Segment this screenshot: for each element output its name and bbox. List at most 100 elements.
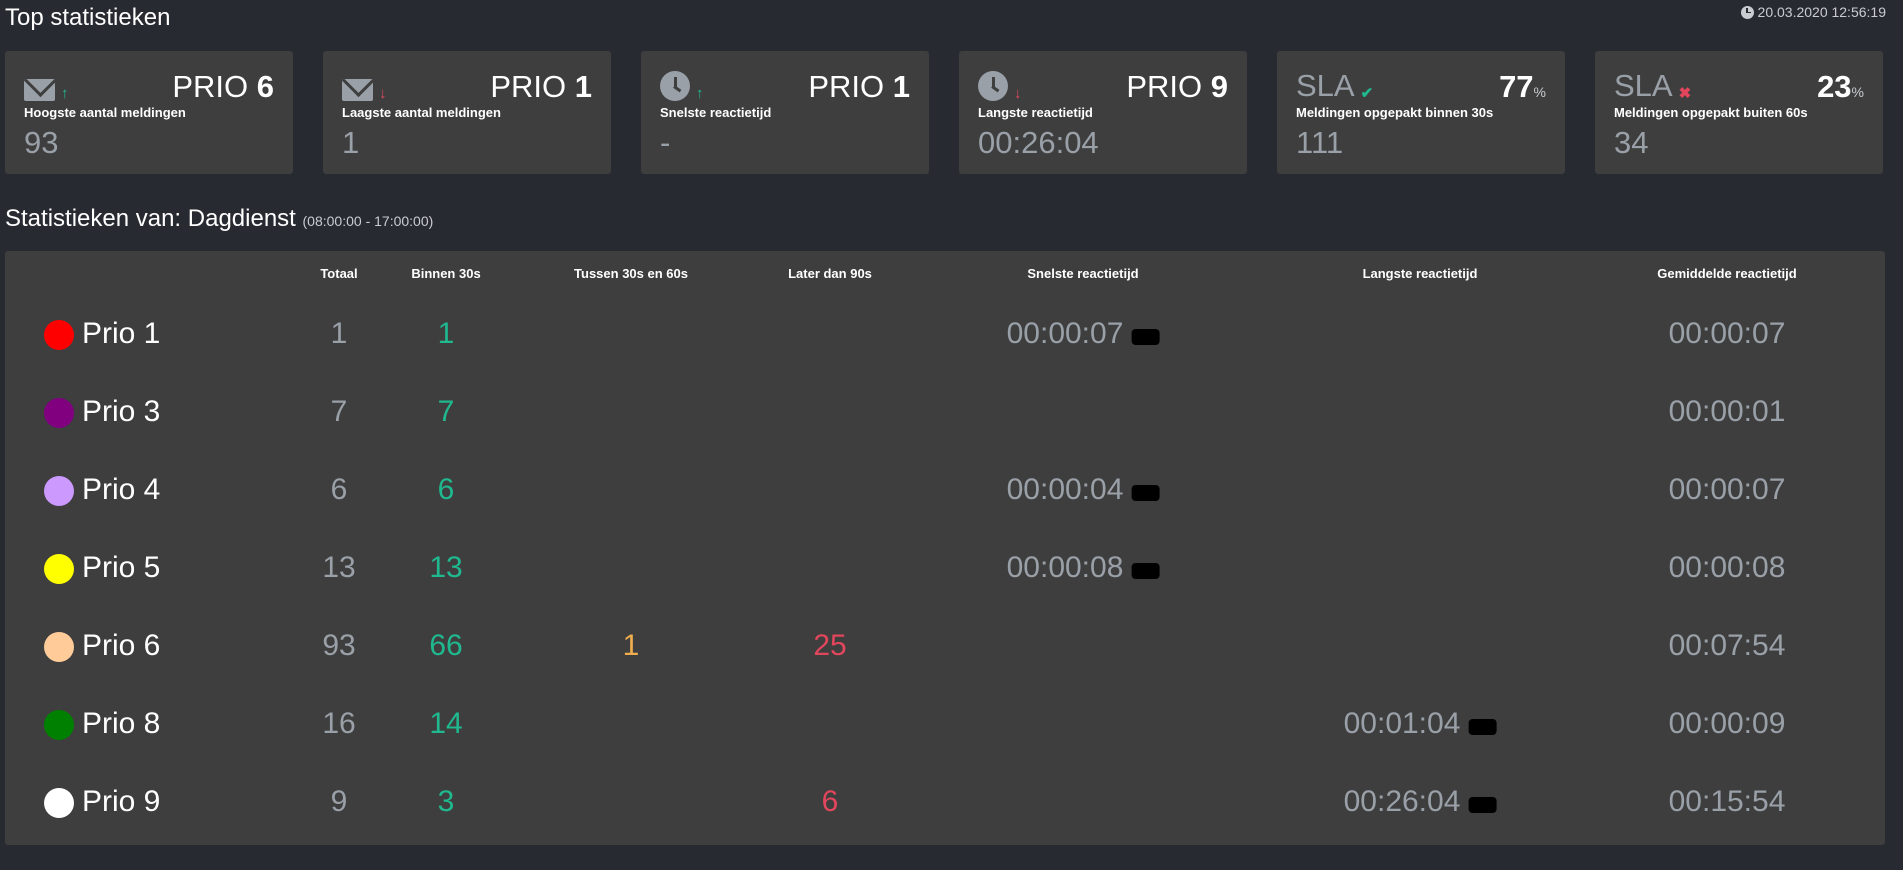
- card-value: 00:26:04: [978, 125, 1099, 160]
- priority-dot: [44, 554, 74, 584]
- timestamp: 20.03.2020 12:56:19: [1740, 4, 1886, 20]
- cell-binnen: 1: [437, 317, 455, 350]
- redacted-tag: [1468, 797, 1497, 813]
- card-percent: 77%: [1499, 69, 1546, 104]
- cell-totaal: 16: [322, 707, 356, 740]
- priority-label: Prio 8: [82, 707, 161, 740]
- cell-totaal: 13: [322, 551, 356, 584]
- cell-gemiddelde: 00:07:54: [1668, 629, 1786, 662]
- cell-snelste: 00:00:04: [1007, 473, 1160, 507]
- priority-label: Prio 6: [82, 629, 161, 662]
- priority-dot: [44, 632, 74, 662]
- cell-gemiddelde: 00:00:01: [1668, 395, 1786, 428]
- card-prio: PRIO 9: [1126, 69, 1228, 104]
- card-subtitle: Meldingen opgepakt buiten 60s: [1614, 105, 1808, 120]
- col-header-binnen: Binnen 30s: [411, 266, 481, 281]
- stat-card-sla-outside[interactable]: SLA ✖ 23% Meldingen opgepakt buiten 60s …: [1595, 51, 1883, 174]
- table-row[interactable]: Prio 3 7 7 00:00:01: [5, 382, 1885, 442]
- card-subtitle: Langste reactietijd: [978, 105, 1093, 120]
- cell-gemiddelde: 00:00:09: [1668, 707, 1786, 740]
- cell-later: 25: [813, 629, 847, 662]
- redacted-tag: [1131, 329, 1160, 345]
- stat-card-longest-reaction[interactable]: ↓ PRIO 9 Langste reactietijd 00:26:04: [959, 51, 1247, 174]
- card-subtitle: Hoogste aantal meldingen: [24, 105, 186, 120]
- priority-label: Prio 1: [82, 317, 161, 350]
- clock-icon: [978, 71, 1008, 101]
- cell-later: 6: [821, 785, 839, 818]
- card-value: 93: [24, 125, 59, 160]
- col-header-tussen: Tussen 30s en 60s: [574, 266, 688, 281]
- cell-binnen: 13: [429, 551, 463, 584]
- card-prio: PRIO 1: [490, 69, 592, 104]
- cell-langste: 00:26:04: [1344, 785, 1497, 819]
- page-title: Top statistieken: [5, 4, 171, 31]
- cell-gemiddelde: 00:00:08: [1668, 551, 1786, 584]
- cell-binnen: 6: [437, 473, 455, 506]
- cell-snelste-time: 00:00:04: [1006, 473, 1124, 506]
- shift-range: (08:00:00 - 17:00:00): [302, 213, 434, 229]
- cell-totaal: 9: [330, 785, 348, 818]
- envelope-icon: [342, 79, 373, 101]
- card-value: 34: [1614, 125, 1649, 160]
- table-row[interactable]: Prio 5 13 13 00:00:08 00:00:08: [5, 538, 1885, 598]
- cell-gemiddelde: 00:00:07: [1668, 473, 1786, 506]
- clock-icon: [1740, 5, 1754, 19]
- cell-langste-time: 00:26:04: [1343, 785, 1461, 818]
- card-subtitle: Meldingen opgepakt binnen 30s: [1296, 105, 1494, 120]
- cell-gemiddelde: 00:00:07: [1668, 317, 1786, 350]
- cell-binnen: 3: [437, 785, 455, 818]
- stat-card-fastest-reaction[interactable]: ↑ PRIO 1 Snelste reactietijd -: [641, 51, 929, 174]
- cell-langste-time: 00:01:04: [1343, 707, 1461, 740]
- card-prio: PRIO 1: [808, 69, 910, 104]
- redacted-tag: [1468, 719, 1497, 735]
- stat-card-lowest-count[interactable]: ↓ PRIO 1 Laagste aantal meldingen 1: [323, 51, 611, 174]
- priority-dot: [44, 476, 74, 506]
- cell-tussen: 1: [622, 629, 640, 662]
- cell-langste: 00:01:04: [1344, 707, 1497, 741]
- arrow-down-icon: ↓: [379, 85, 387, 102]
- table-row[interactable]: Prio 1 1 1 00:00:07 00:00:07: [5, 304, 1885, 364]
- envelope-icon: [24, 79, 55, 101]
- arrow-down-icon: ↓: [1014, 85, 1022, 102]
- col-header-snelste: Snelste reactietijd: [1027, 266, 1139, 281]
- card-subtitle: Laagste aantal meldingen: [342, 105, 501, 120]
- priority-label: Prio 4: [82, 473, 161, 506]
- card-value: 111: [1296, 125, 1344, 160]
- card-value: -: [660, 125, 671, 160]
- cell-snelste-time: 00:00:08: [1006, 551, 1124, 584]
- cell-gemiddelde: 00:15:54: [1668, 785, 1786, 818]
- cell-binnen: 14: [429, 707, 463, 740]
- col-header-later: Later dan 90s: [788, 266, 872, 281]
- stat-cards: ↑ PRIO 6 Hoogste aantal meldingen 93 ↓ P…: [5, 51, 1885, 174]
- table-row[interactable]: Prio 4 6 6 00:00:04 00:00:07: [5, 460, 1885, 520]
- priority-dot: [44, 788, 74, 818]
- card-value: 1: [342, 125, 360, 160]
- cell-totaal: 1: [330, 317, 348, 350]
- stat-card-sla-within[interactable]: SLA ✔ 77% Meldingen opgepakt binnen 30s …: [1277, 51, 1565, 174]
- cell-snelste: 00:00:08: [1007, 551, 1160, 585]
- section-title: Statistieken van: Dagdienst (08:00:00 - …: [5, 205, 434, 232]
- redacted-tag: [1131, 563, 1160, 579]
- table-row[interactable]: Prio 9 9 3 6 00:26:04 00:15:54: [5, 772, 1885, 832]
- priority-label: Prio 9: [82, 785, 161, 818]
- clock-icon: [660, 71, 690, 101]
- arrow-up-icon: ↑: [696, 85, 704, 102]
- col-header-langste: Langste reactietijd: [1362, 266, 1478, 281]
- stats-table: Totaal Binnen 30s Tussen 30s en 60s Late…: [5, 251, 1885, 845]
- check-icon: ✔: [1360, 85, 1374, 102]
- cell-totaal: 6: [330, 473, 348, 506]
- cell-totaal: 93: [322, 629, 356, 662]
- stat-card-highest-count[interactable]: ↑ PRIO 6 Hoogste aantal meldingen 93: [5, 51, 293, 174]
- table-row[interactable]: Prio 6 93 66 1 25 00:07:54: [5, 616, 1885, 676]
- card-prio: PRIO 6: [172, 69, 274, 104]
- redacted-tag: [1131, 485, 1160, 501]
- cell-snelste-time: 00:00:07: [1006, 317, 1124, 350]
- col-header-gemiddelde: Gemiddelde reactietijd: [1657, 266, 1797, 281]
- priority-label: Prio 3: [82, 395, 161, 428]
- table-row[interactable]: Prio 8 16 14 00:01:04 00:00:09: [5, 694, 1885, 754]
- cell-snelste: 00:00:07: [1007, 317, 1160, 351]
- cross-icon: ✖: [1678, 85, 1692, 102]
- cell-binnen: 7: [437, 395, 455, 428]
- sla-label: SLA: [1296, 68, 1355, 103]
- cell-binnen: 66: [429, 629, 463, 662]
